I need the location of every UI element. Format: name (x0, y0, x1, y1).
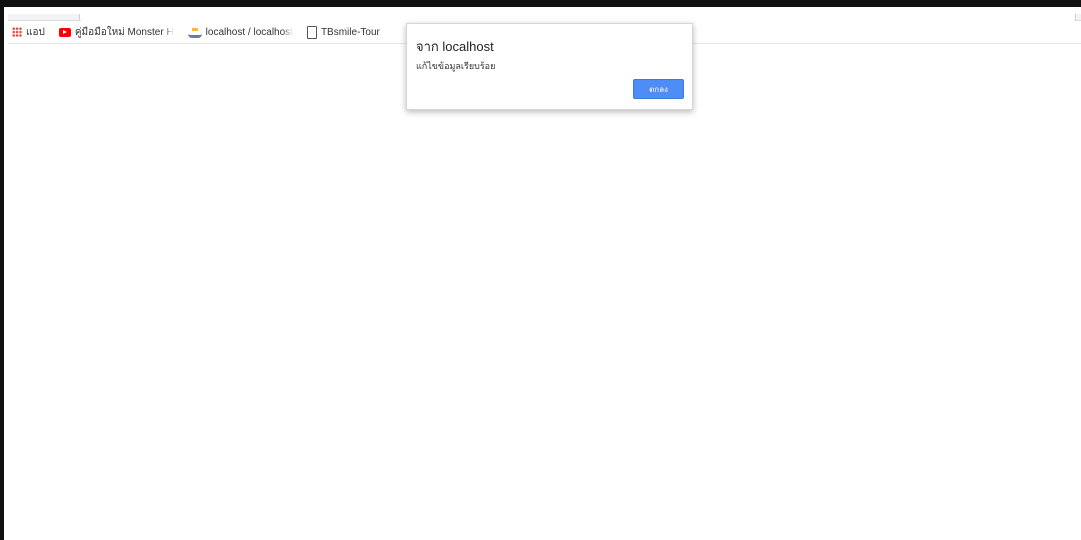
bookmark-phpmyadmin[interactable]: localhost / localhost (184, 22, 297, 42)
label-fade (282, 26, 293, 38)
bookmark-apps[interactable]: แอป (8, 22, 49, 42)
bookmark-label: คู่มือมือใหม่ Monster H (74, 26, 174, 38)
ok-button[interactable]: ตกลง (633, 79, 684, 99)
phpmyadmin-icon (187, 26, 202, 38)
bookmark-label: TBsmile-Tour (320, 26, 380, 38)
document-icon (306, 25, 317, 39)
dialog-title: จาก localhost (416, 39, 494, 54)
youtube-icon (58, 27, 71, 37)
label-fade (163, 26, 174, 38)
bookmark-tbsmile[interactable]: TBsmile-Tour (303, 22, 384, 42)
alert-dialog: จาก localhost แก้ไขข้อมูลเรียบร้อย ตกลง (406, 23, 693, 110)
bookmark-label: localhost / localhost (205, 26, 293, 38)
apps-grid-icon (12, 27, 22, 37)
dialog-message: แก้ไขข้อมูลเรียบร้อย (416, 61, 496, 71)
browser-window: แอป คู่มือมือใหม่ Monster H localhost / … (0, 0, 1081, 540)
bookmark-label: แอป (26, 26, 45, 38)
bookmark-youtube[interactable]: คู่มือมือใหม่ Monster H (55, 22, 178, 42)
